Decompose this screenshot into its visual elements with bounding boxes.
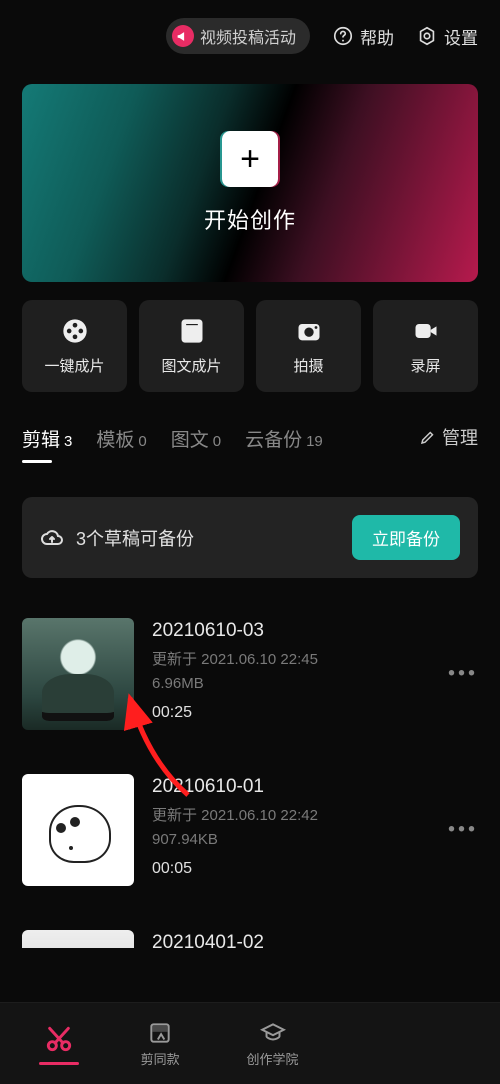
tools-row: 一键成片 A 图文成片 拍摄 录屏 — [0, 300, 500, 392]
backup-banner: 3个草稿可备份 立即备份 — [22, 497, 478, 578]
backup-button[interactable]: 立即备份 — [352, 515, 460, 560]
nav-label: 剪同款 — [141, 1049, 180, 1068]
svg-text:A: A — [188, 327, 196, 339]
tab-underline — [22, 460, 52, 463]
draft-title: 20210610-01 — [152, 776, 478, 798]
draft-item[interactable]: 20210610-03 更新于 2021.06.10 22:45 6.96MB … — [22, 596, 478, 752]
more-icon[interactable]: ••• — [448, 663, 478, 686]
draft-size: 907.94KB — [152, 831, 478, 848]
camera-icon — [295, 317, 323, 345]
hero-create[interactable]: + 开始创作 — [22, 84, 478, 282]
film-reel-icon — [61, 317, 89, 345]
manage-button[interactable]: 管理 — [419, 424, 478, 450]
tool-label: 一键成片 — [44, 355, 104, 376]
nav-academy[interactable]: 创作学院 — [216, 1020, 328, 1068]
draft-size: 6.96MB — [152, 675, 478, 692]
tab-cloud[interactable]: 云备份 19 — [245, 425, 323, 452]
tool-label: 拍摄 — [293, 355, 323, 376]
tab-text[interactable]: 图文 0 — [171, 425, 221, 452]
draft-updated: 更新于 2021.06.10 22:45 — [152, 648, 478, 669]
template-icon — [147, 1020, 173, 1046]
bottom-nav: 剪同款 创作学院 — [0, 1002, 500, 1084]
draft-thumbnail — [22, 618, 134, 730]
settings-button[interactable]: 设置 — [416, 24, 478, 49]
video-icon — [412, 317, 440, 345]
nav-underline — [39, 1062, 79, 1065]
more-icon[interactable]: ••• — [448, 819, 478, 842]
graduation-icon — [260, 1020, 286, 1046]
draft-item[interactable]: 20210401-02 — [22, 908, 478, 948]
tool-screen-record[interactable]: 录屏 — [373, 300, 478, 392]
scissors-icon — [43, 1023, 75, 1055]
text-page-icon: A — [178, 317, 206, 345]
gear-icon — [416, 25, 438, 47]
promo-label: 视频投稿活动 — [200, 24, 296, 48]
hero-label: 开始创作 — [204, 203, 296, 235]
help-icon — [332, 25, 354, 47]
top-bar: 视频投稿活动 帮助 设置 — [0, 0, 500, 66]
megaphone-icon — [172, 25, 194, 47]
help-button[interactable]: 帮助 — [332, 24, 394, 49]
draft-item[interactable]: 20210610-01 更新于 2021.06.10 22:42 907.94K… — [22, 752, 478, 908]
draft-list: 20210610-03 更新于 2021.06.10 22:45 6.96MB … — [0, 596, 500, 948]
draft-duration: 00:25 — [152, 704, 478, 722]
tab-edit[interactable]: 剪辑 3 — [22, 425, 72, 452]
draft-title: 20210401-02 — [152, 932, 478, 948]
tool-label: 录屏 — [410, 355, 440, 376]
draft-updated: 更新于 2021.06.10 22:42 — [152, 804, 478, 825]
tool-label: 图文成片 — [161, 355, 221, 376]
pencil-icon — [419, 428, 437, 446]
draft-title: 20210610-03 — [152, 620, 478, 642]
settings-label: 设置 — [444, 24, 478, 49]
cloud-upload-icon — [40, 526, 64, 550]
help-label: 帮助 — [360, 24, 394, 49]
backup-text: 3个草稿可备份 — [76, 525, 194, 551]
nav-same-style[interactable]: 剪同款 — [104, 1020, 216, 1068]
draft-thumbnail — [22, 774, 134, 886]
nav-label: 创作学院 — [247, 1049, 299, 1068]
plus-icon: + — [222, 131, 278, 187]
draft-duration: 00:05 — [152, 860, 478, 878]
tool-shoot[interactable]: 拍摄 — [256, 300, 361, 392]
tool-text-to-video[interactable]: A 图文成片 — [139, 300, 244, 392]
tool-one-click[interactable]: 一键成片 — [22, 300, 127, 392]
tabs: 剪辑 3 模板 0 图文 0 云备份 19 管理 — [0, 424, 500, 452]
draft-thumbnail — [22, 930, 134, 948]
promo-pill[interactable]: 视频投稿活动 — [166, 18, 310, 54]
nav-edit[interactable] — [14, 1023, 104, 1065]
tab-template[interactable]: 模板 0 — [96, 425, 146, 452]
